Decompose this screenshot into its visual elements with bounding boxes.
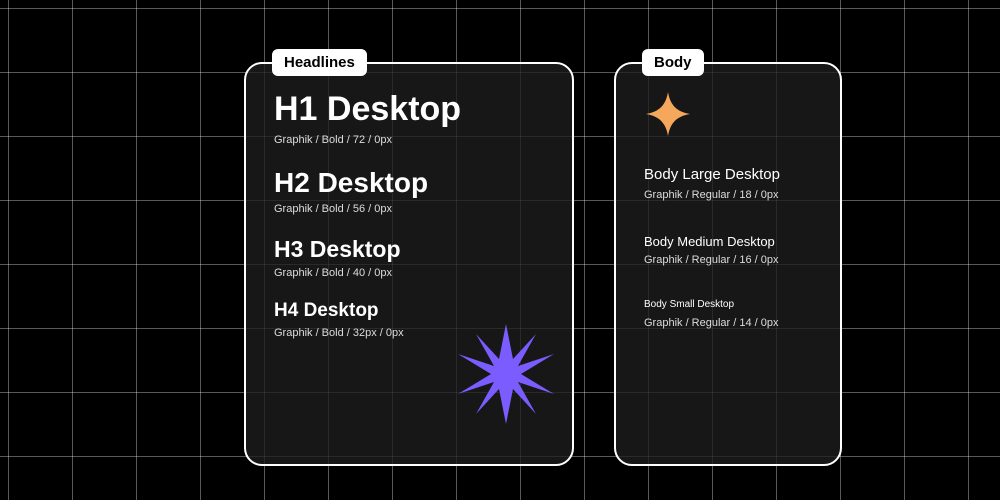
type-spec: Graphik / Regular / 14 / 0px: [644, 317, 812, 329]
type-row-body-medium: Body Medium Desktop Graphik / Regular / …: [644, 235, 812, 267]
type-row-h3: H3 Desktop Graphik / Bold / 40 / 0px: [274, 237, 544, 279]
type-title: H2 Desktop: [274, 168, 544, 197]
type-title: Body Small Desktop: [644, 300, 812, 311]
type-spec: Graphik / Regular / 18 / 0px: [644, 189, 812, 201]
panel-tab-body: Body: [642, 49, 704, 76]
type-spec: Graphik / Bold / 56 / 0px: [274, 203, 544, 215]
type-title: H4 Desktop: [274, 301, 544, 321]
type-row-body-small: Body Small Desktop Graphik / Regular / 1…: [644, 300, 812, 329]
type-row-body-large: Body Large Desktop Graphik / Regular / 1…: [644, 167, 812, 201]
panel-body: Body Body Large Desktop Graphik / Regula…: [614, 62, 842, 466]
type-spec: Graphik / Regular / 16 / 0px: [644, 254, 812, 266]
panel-tab-headlines: Headlines: [272, 49, 367, 76]
type-title: Body Large Desktop: [644, 167, 812, 183]
type-spec: Graphik / Bold / 72 / 0px: [274, 134, 544, 146]
type-title: H1 Desktop: [274, 92, 544, 128]
sparkle-icon: [646, 92, 690, 136]
starburst-icon: [456, 324, 556, 424]
type-row-h1: H1 Desktop Graphik / Bold / 72 / 0px: [274, 92, 544, 146]
panel-headlines: Headlines H1 Desktop Graphik / Bold / 72…: [244, 62, 574, 466]
type-spec: Graphik / Bold / 40 / 0px: [274, 267, 544, 279]
type-title: Body Medium Desktop: [644, 235, 812, 249]
type-title: H3 Desktop: [274, 237, 544, 261]
type-row-h2: H2 Desktop Graphik / Bold / 56 / 0px: [274, 168, 544, 215]
